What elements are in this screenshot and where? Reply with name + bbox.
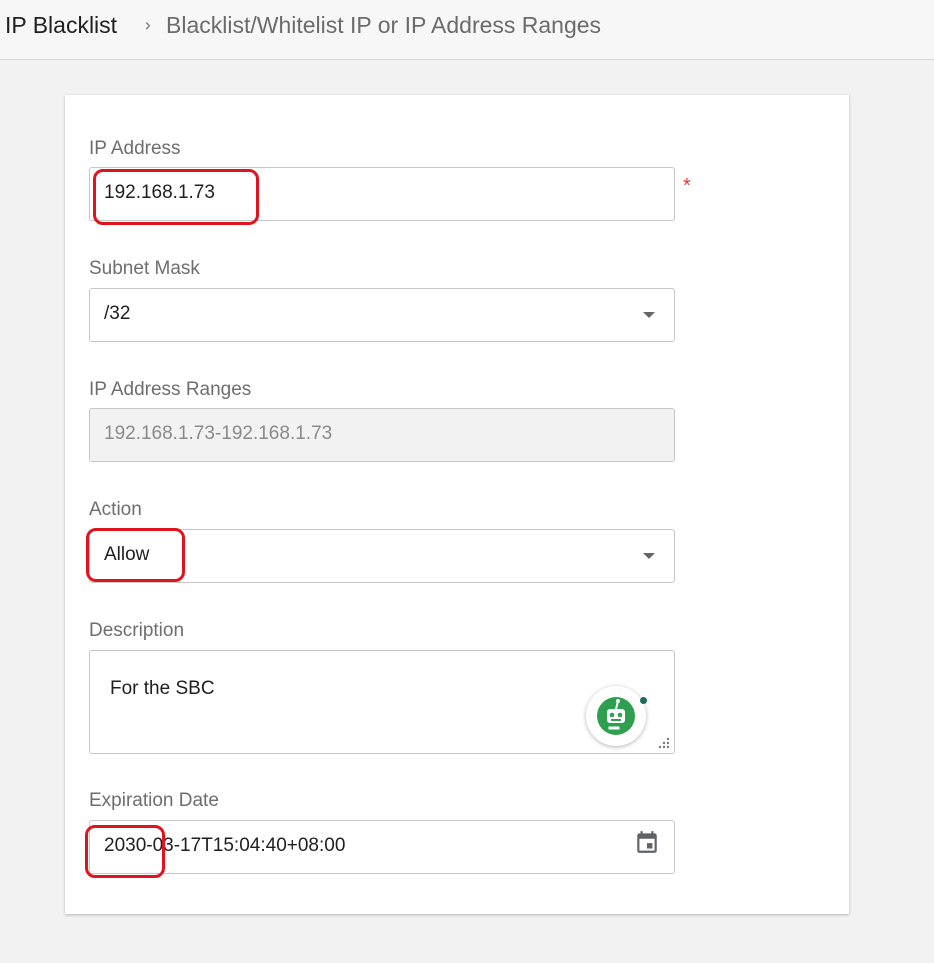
ip-address-input[interactable]: 192.168.1.73 (89, 167, 675, 221)
expiration-date-input[interactable]: 2030-03-17T15:04:40+08:00 (89, 820, 675, 874)
ip-ranges-value: 192.168.1.73-192.168.1.73 (104, 423, 333, 444)
ip-address-value: 192.168.1.73 (104, 182, 215, 203)
ip-address-label: IP Address (89, 138, 181, 159)
assistant-button[interactable] (586, 686, 646, 746)
subnet-mask-value: /32 (104, 303, 131, 324)
header-bar: IP Blacklist › Blacklist/Whitelist IP or… (0, 0, 934, 60)
resize-grip-icon[interactable] (656, 735, 670, 749)
description-value: For the SBC (110, 678, 215, 699)
breadcrumb-root-link[interactable]: IP Blacklist (5, 12, 117, 39)
required-marker: * (683, 175, 691, 197)
chevron-down-icon (643, 312, 655, 318)
ip-ranges-field: 192.168.1.73-192.168.1.73 (89, 408, 675, 462)
chevron-down-icon (643, 553, 655, 559)
breadcrumb-separator: › (145, 15, 151, 34)
expiration-date-value: 2030-03-17T15:04:40+08:00 (104, 835, 346, 856)
status-dot (640, 697, 647, 704)
subnet-mask-select[interactable]: /32 (89, 288, 675, 342)
calendar-icon[interactable] (634, 829, 660, 855)
subnet-mask-label: Subnet Mask (89, 258, 200, 279)
ip-ranges-label: IP Address Ranges (89, 379, 252, 400)
description-label: Description (89, 620, 185, 641)
expiration-date-label: Expiration Date (89, 790, 219, 811)
form-card: IP Address 192.168.1.73 * Subnet Mask /3… (65, 95, 849, 914)
breadcrumb-current: Blacklist/Whitelist IP or IP Address Ran… (166, 12, 602, 38)
description-textarea[interactable]: For the SBC (89, 650, 675, 754)
action-value: Allow (104, 544, 150, 565)
bot-icon (597, 697, 635, 735)
action-label: Action (89, 499, 142, 520)
action-select[interactable]: Allow (89, 529, 675, 583)
